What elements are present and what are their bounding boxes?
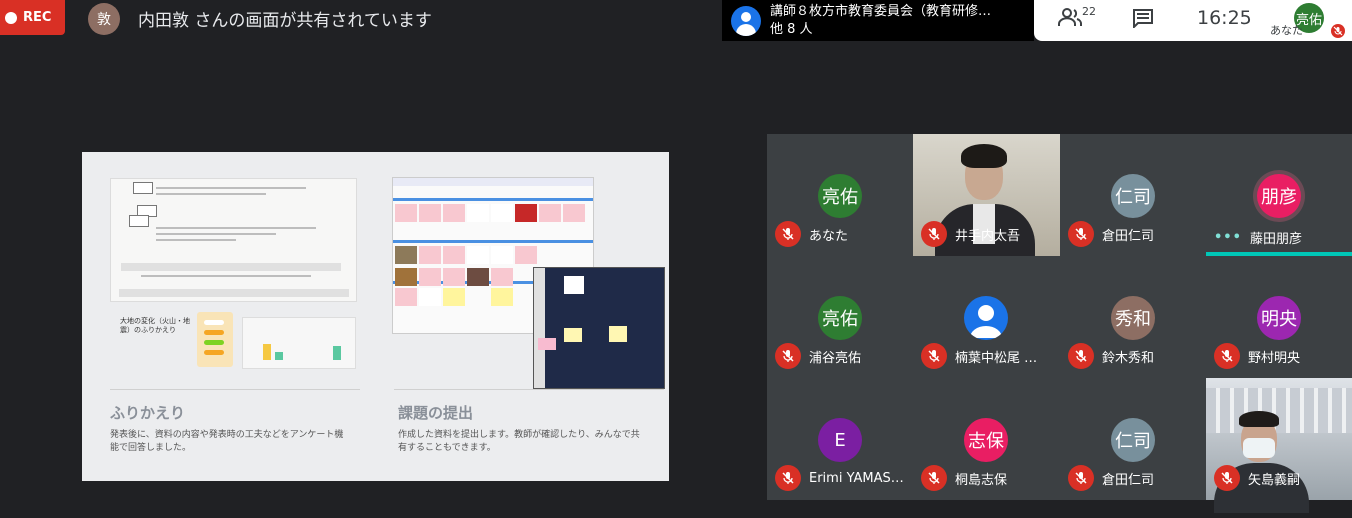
meeting-others: 他 8 人 bbox=[770, 21, 813, 37]
participant-tile[interactable]: 亮佑 あなた bbox=[767, 134, 914, 256]
mic-off-icon bbox=[775, 221, 801, 247]
people-button[interactable]: 22 bbox=[1058, 5, 1098, 31]
mic-off-icon bbox=[921, 343, 947, 369]
mic-off-icon bbox=[921, 221, 947, 247]
mic-off-icon bbox=[775, 343, 801, 369]
self-mic-muted-icon bbox=[1331, 23, 1345, 42]
mic-off-icon bbox=[921, 465, 947, 491]
participant-tile[interactable]: 亮佑 浦谷亮佑 bbox=[767, 256, 914, 378]
participant-name: Erimi YAMAS… bbox=[809, 470, 904, 486]
participant-name: 野村明央 bbox=[1248, 350, 1301, 366]
participant-avatar: E bbox=[818, 418, 862, 462]
participant-name: 井手内太吾 bbox=[955, 228, 1021, 244]
mic-off-icon bbox=[1214, 465, 1240, 491]
participant-tile[interactable]: 明央 野村明央 bbox=[1206, 256, 1352, 378]
participant-grid: 亮佑 あなた 井手内太吾 仁司 倉田仁司 朋彦 ••• 藤田朋彦 亮佑 浦谷亮佑… bbox=[767, 134, 1352, 513]
meeting-title: 講師８枚方市教育委員会（教育研修… bbox=[770, 3, 992, 19]
participant-avatar: 仁司 bbox=[1111, 418, 1155, 462]
left-desc-2: 能で回答しました。 bbox=[110, 443, 192, 453]
slide-subtitle: 大地の変化（火山・地震）のふりかえり bbox=[120, 317, 190, 334]
survey-card bbox=[197, 312, 233, 367]
speaking-indicator-icon: ••• bbox=[1214, 230, 1242, 245]
self-label: あなた bbox=[1270, 24, 1303, 37]
participant-avatar: 明央 bbox=[1257, 296, 1301, 340]
participant-name: 倉田仁司 bbox=[1102, 228, 1155, 244]
participant-tile[interactable]: 朋彦 ••• 藤田朋彦 bbox=[1206, 134, 1352, 256]
participant-avatar: 仁司 bbox=[1111, 174, 1155, 218]
doc-thumbnail bbox=[110, 178, 357, 302]
board-thumbnail bbox=[533, 267, 665, 389]
participant-name: 楠葉中松尾 … bbox=[955, 350, 1038, 366]
result-chart-card bbox=[242, 317, 356, 369]
participant-name: 藤田朋彦 bbox=[1249, 232, 1302, 247]
participant-avatar: 亮佑 bbox=[818, 296, 862, 340]
divider bbox=[110, 389, 360, 390]
participant-name: あなた bbox=[809, 228, 849, 244]
mic-off-icon bbox=[1214, 343, 1240, 369]
shared-screen: 大地の変化（火山・地震）のふりかえり ふりかえり 発表後に、資料の内容や発表時の… bbox=[82, 152, 669, 481]
people-count: 22 bbox=[1082, 5, 1096, 18]
mic-off-icon bbox=[1068, 343, 1094, 369]
participant-name: 倉田仁司 bbox=[1102, 472, 1155, 488]
participant-tile[interactable]: 矢島義嗣 bbox=[1206, 378, 1352, 513]
participant-tile[interactable]: 仁司 倉田仁司 bbox=[1060, 378, 1207, 500]
mic-off-icon bbox=[1068, 221, 1094, 247]
participant-tile[interactable]: 井手内太吾 bbox=[913, 134, 1060, 264]
default-user-avatar-icon bbox=[964, 296, 1008, 340]
participant-avatar: 亮佑 bbox=[818, 174, 862, 218]
status-bar: 22 16:25 亮佑 あなた bbox=[1034, 0, 1352, 41]
left-desc-1: 発表後に、資料の内容や発表時の工夫などをアンケート機 bbox=[110, 430, 344, 440]
right-desc-1: 作成した資料を提出します。教師が確認したり、みんなで共 bbox=[398, 430, 640, 440]
chat-icon bbox=[1133, 9, 1153, 30]
clock-time: 16:25 bbox=[1197, 7, 1252, 29]
people-icon bbox=[1058, 8, 1082, 26]
participant-name: 矢島義嗣 bbox=[1248, 472, 1301, 488]
record-dot-icon bbox=[5, 11, 17, 24]
participant-name: 桐島志保 bbox=[955, 472, 1008, 488]
presenter-text: 内田敦 さんの画面が共有されています bbox=[138, 11, 432, 31]
right-heading: 課題の提出 bbox=[398, 404, 474, 422]
mic-off-icon bbox=[1068, 465, 1094, 491]
participant-tile[interactable]: 楠葉中松尾 … bbox=[913, 256, 1060, 378]
meeting-info[interactable]: 講師８枚方市教育委員会（教育研修… 他 8 人 bbox=[722, 0, 1034, 41]
rec-label: REC bbox=[23, 10, 52, 25]
participant-tile[interactable]: 仁司 倉田仁司 bbox=[1060, 134, 1207, 256]
participant-avatar: 志保 bbox=[964, 418, 1008, 462]
participant-name: 鈴木秀和 bbox=[1102, 350, 1155, 366]
mic-off-icon bbox=[775, 465, 801, 491]
left-heading: ふりかえり bbox=[110, 404, 186, 422]
participant-name: 浦谷亮佑 bbox=[809, 350, 862, 366]
participant-tile[interactable]: 秀和 鈴木秀和 bbox=[1060, 256, 1207, 378]
participant-avatar: 朋彦 bbox=[1257, 174, 1301, 218]
presenter-avatar: 敦 bbox=[88, 2, 120, 35]
participant-avatar: 秀和 bbox=[1111, 296, 1155, 340]
participant-tile[interactable]: 志保 桐島志保 bbox=[913, 378, 1060, 500]
divider bbox=[394, 389, 664, 390]
presenter-banner: 敦 内田敦 さんの画面が共有されています bbox=[88, 2, 432, 35]
participant-tile[interactable]: E Erimi YAMAS… bbox=[767, 378, 914, 500]
group-icon bbox=[731, 5, 761, 36]
right-desc-2: 有することもできます。 bbox=[398, 443, 496, 453]
chat-button[interactable] bbox=[1132, 8, 1154, 32]
recording-indicator: REC bbox=[0, 0, 65, 35]
